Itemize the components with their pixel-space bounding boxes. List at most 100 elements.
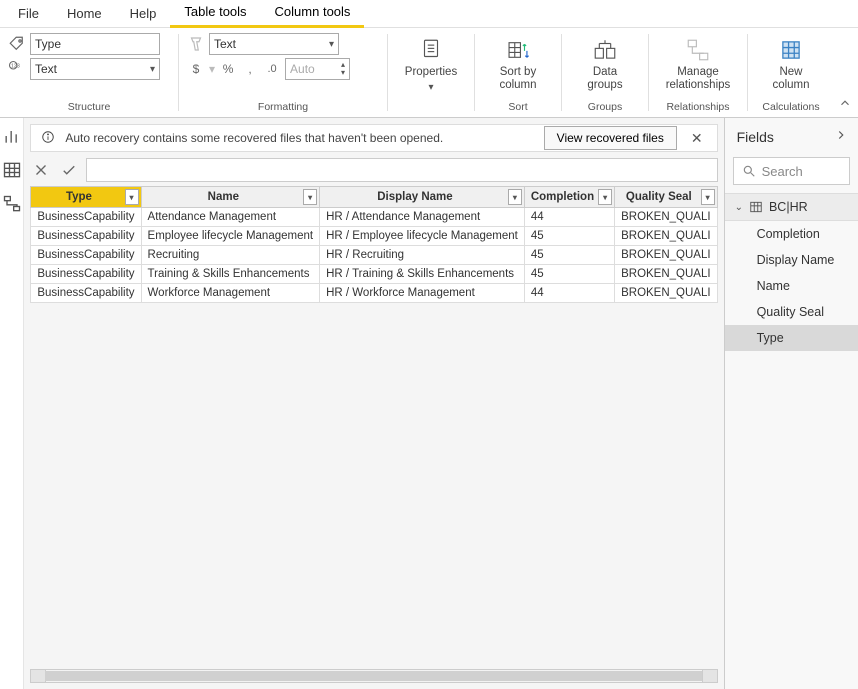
- table-cell[interactable]: HR / Recruiting: [320, 246, 525, 265]
- center-pane: Auto recovery contains some recovered fi…: [24, 118, 723, 689]
- tab-bar: File Home Help Table tools Column tools: [0, 0, 858, 28]
- decimal-places-input[interactable]: Auto ▴▾: [285, 58, 350, 80]
- tab-help[interactable]: Help: [116, 0, 171, 27]
- fields-table-header[interactable]: ⌄ BC|HR: [725, 193, 858, 221]
- table-icon: [2, 160, 22, 180]
- table-cell[interactable]: 45: [524, 265, 614, 284]
- table-row[interactable]: BusinessCapabilityRecruitingHR / Recruit…: [31, 246, 717, 265]
- column-header[interactable]: Quality Seal▾: [615, 187, 717, 208]
- properties-label: Properties: [405, 66, 457, 79]
- ribbon-group-label: Sort: [483, 101, 553, 115]
- data-view-button[interactable]: [2, 160, 22, 180]
- column-header-label: Completion: [531, 191, 594, 203]
- column-header[interactable]: Name▾: [141, 187, 320, 208]
- chevron-down-icon: ▾: [428, 82, 433, 94]
- scrollbar-thumb[interactable]: [45, 671, 702, 681]
- sort-icon: [505, 37, 531, 63]
- table-cell[interactable]: BROKEN_QUALI: [615, 227, 717, 246]
- tab-table-tools[interactable]: Table tools: [170, 0, 260, 28]
- data-groups-button[interactable]: Data groups: [570, 33, 640, 96]
- fields-pane: Fields Search ⌄ BC|HR CompletionDisplay …: [724, 118, 858, 689]
- data-grid[interactable]: Type▾Name▾Display Name▾Completion▾Qualit…: [30, 186, 717, 303]
- notice-message: Auto recovery contains some recovered fi…: [65, 131, 533, 145]
- column-filter-button[interactable]: ▾: [598, 189, 612, 205]
- table-cell[interactable]: Workforce Management: [141, 284, 320, 303]
- groups-label: Data groups: [587, 66, 622, 92]
- tab-column-tools[interactable]: Column tools: [261, 0, 365, 28]
- column-filter-button[interactable]: ▾: [508, 189, 522, 205]
- formula-input[interactable]: [86, 158, 717, 182]
- table-cell[interactable]: BROKEN_QUALI: [615, 265, 717, 284]
- dismiss-notice-button[interactable]: ✕: [687, 130, 707, 147]
- svg-text:123: 123: [11, 64, 20, 70]
- new-column-button[interactable]: New column: [756, 33, 826, 96]
- column-filter-button[interactable]: ▾: [125, 189, 139, 205]
- table-row[interactable]: BusinessCapabilityTraining & Skills Enha…: [31, 265, 717, 284]
- table-cell[interactable]: BusinessCapability: [31, 284, 141, 303]
- data-type-value: Text: [35, 62, 57, 76]
- format-dropdown[interactable]: Text ▾: [209, 33, 339, 55]
- table-cell[interactable]: Employee lifecycle Management: [141, 227, 320, 246]
- table-cell[interactable]: BROKEN_QUALI: [615, 284, 717, 303]
- table-cell[interactable]: BusinessCapability: [31, 246, 141, 265]
- table-cell[interactable]: Recruiting: [141, 246, 320, 265]
- collapse-ribbon-button[interactable]: [838, 96, 852, 113]
- table-row[interactable]: BusinessCapabilityAttendance ManagementH…: [31, 208, 717, 227]
- column-header[interactable]: Completion ▾: [524, 187, 614, 208]
- table-row[interactable]: BusinessCapabilityEmployee lifecycle Man…: [31, 227, 717, 246]
- close-icon: [32, 161, 50, 179]
- fields-column-item[interactable]: Quality Seal: [725, 299, 858, 325]
- table-cell[interactable]: Training & Skills Enhancements: [141, 265, 320, 284]
- fields-search-input[interactable]: Search: [733, 157, 850, 185]
- table-cell[interactable]: BusinessCapability: [31, 265, 141, 284]
- comma-icon: ,: [241, 60, 259, 78]
- table-cell[interactable]: BusinessCapability: [31, 227, 141, 246]
- tab-home[interactable]: Home: [53, 0, 116, 27]
- properties-button[interactable]: Properties ▾: [396, 33, 466, 98]
- table-cell[interactable]: BROKEN_QUALI: [615, 208, 717, 227]
- table-cell[interactable]: HR / Employee lifecycle Management: [320, 227, 525, 246]
- groups-icon: [592, 37, 618, 63]
- view-recovered-files-button[interactable]: View recovered files: [544, 126, 677, 150]
- search-placeholder: Search: [762, 164, 803, 179]
- table-cell[interactable]: HR / Workforce Management: [320, 284, 525, 303]
- fields-column-item[interactable]: Name: [725, 273, 858, 299]
- expand-fields-button[interactable]: [834, 128, 848, 145]
- tab-file[interactable]: File: [4, 0, 53, 27]
- table-cell[interactable]: BusinessCapability: [31, 208, 141, 227]
- properties-icon: [418, 37, 444, 63]
- manage-relationships-button[interactable]: Manage relationships: [657, 33, 739, 96]
- data-type-dropdown[interactable]: Text ▾: [30, 58, 160, 80]
- chevron-down-icon: ▾: [150, 64, 155, 75]
- fields-column-item[interactable]: Completion: [725, 221, 858, 247]
- table-row[interactable]: BusinessCapabilityWorkforce ManagementHR…: [31, 284, 717, 303]
- table-cell[interactable]: Attendance Management: [141, 208, 320, 227]
- fields-column-item[interactable]: Display Name: [725, 247, 858, 273]
- column-header[interactable]: Type▾: [31, 187, 141, 208]
- table-cell[interactable]: BROKEN_QUALI: [615, 246, 717, 265]
- formula-cancel-button[interactable]: [30, 159, 52, 181]
- table-cell[interactable]: HR / Attendance Management: [320, 208, 525, 227]
- check-icon: [60, 161, 78, 179]
- column-name-input[interactable]: Type: [30, 33, 160, 55]
- report-view-button[interactable]: [2, 126, 22, 146]
- ribbon-group-label: Relationships: [657, 101, 739, 115]
- table-cell[interactable]: 44: [524, 208, 614, 227]
- horizontal-scrollbar[interactable]: [30, 669, 717, 683]
- formula-bar: [30, 158, 717, 182]
- column-filter-button[interactable]: ▾: [303, 189, 317, 205]
- column-filter-button[interactable]: ▾: [701, 189, 715, 205]
- ribbon-group-calculations: New column Calculations: [748, 28, 834, 117]
- table-cell[interactable]: HR / Training & Skills Enhancements: [320, 265, 525, 284]
- fields-column-item[interactable]: Type: [725, 325, 858, 351]
- sort-by-column-button[interactable]: Sort by column: [483, 33, 553, 96]
- table-cell[interactable]: 44: [524, 284, 614, 303]
- fields-title: Fields: [737, 129, 774, 145]
- ribbon-group-formatting: Text ▾ $ ▾ % , .0 Auto ▴▾ Formatting: [179, 28, 387, 117]
- formula-commit-button[interactable]: [58, 159, 80, 181]
- main-area: Auto recovery contains some recovered fi…: [0, 118, 858, 689]
- table-cell[interactable]: 45: [524, 246, 614, 265]
- column-header[interactable]: Display Name▾: [320, 187, 525, 208]
- table-cell[interactable]: 45: [524, 227, 614, 246]
- model-view-button[interactable]: [2, 194, 22, 214]
